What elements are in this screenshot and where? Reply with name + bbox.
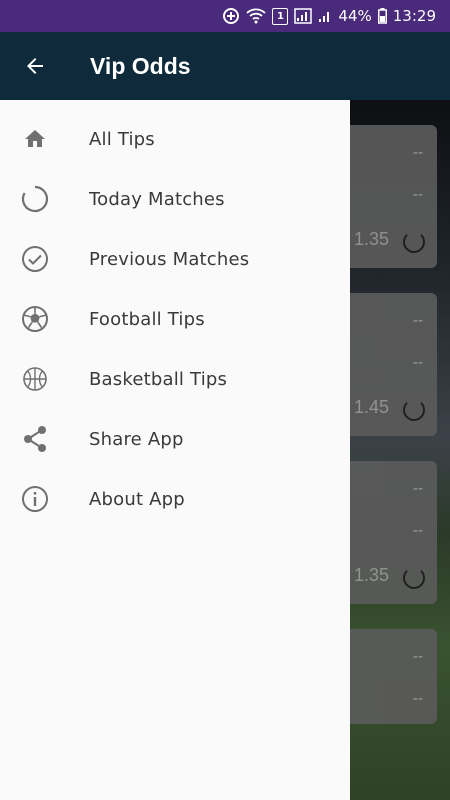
menu-item-share-app[interactable]: Share App <box>0 409 350 469</box>
tip-value: -- <box>412 145 423 161</box>
wifi-icon <box>246 8 267 24</box>
menu-item-label: Basketball Tips <box>89 368 228 390</box>
signal-icon-2 <box>318 9 332 23</box>
menu-item-label: About App <box>89 488 185 510</box>
menu-item-label: Previous Matches <box>89 248 250 270</box>
tip-value: -- <box>412 187 423 203</box>
tip-card[interactable]: -- -- <box>350 629 437 724</box>
signal-icon <box>294 8 313 24</box>
arrow-back-icon <box>27 58 43 74</box>
content-background: -- -- 1.35 -- -- 1.45 -- -- 1.35 -- -- <box>350 100 450 800</box>
app-bar: Vip Odds <box>0 32 450 100</box>
menu-item-football-tips[interactable]: Football Tips <box>0 289 350 349</box>
tip-value: -- <box>412 691 423 707</box>
status-bar: 1 44% 13:29 <box>0 0 450 32</box>
info-icon <box>0 469 70 529</box>
menu-item-previous-matches[interactable]: Previous Matches <box>0 229 350 289</box>
loading-icon <box>403 399 425 421</box>
tip-value: -- <box>412 355 423 371</box>
tip-card[interactable]: -- -- 1.35 <box>350 125 437 268</box>
data-saver-icon <box>222 7 240 25</box>
battery-icon <box>377 8 387 24</box>
tip-value: -- <box>412 649 423 665</box>
menu-item-label: All Tips <box>89 128 155 150</box>
football-icon <box>0 289 70 349</box>
menu-item-label: Football Tips <box>89 308 205 330</box>
sim-icon: 1 <box>272 7 289 25</box>
check-circle-icon <box>0 229 70 289</box>
back-button[interactable] <box>0 32 70 100</box>
home-icon <box>0 109 70 169</box>
battery-percent: 44% <box>338 7 372 25</box>
loading-icon <box>403 231 425 253</box>
share-icon <box>0 409 70 469</box>
tip-card[interactable]: -- -- 1.45 <box>350 293 437 436</box>
menu-item-today-matches[interactable]: Today Matches <box>0 169 350 229</box>
clock: 13:29 <box>392 7 436 25</box>
loading-icon <box>403 567 425 589</box>
loading-icon <box>0 169 70 229</box>
tip-odds: 1.45 <box>354 397 390 417</box>
menu-item-about-app[interactable]: About App <box>0 469 350 529</box>
tip-value: -- <box>412 313 423 329</box>
basketball-icon <box>0 349 70 409</box>
menu-item-label: Today Matches <box>89 188 225 210</box>
menu-item-basketball-tips[interactable]: Basketball Tips <box>0 349 350 409</box>
tip-value: -- <box>412 481 423 497</box>
tip-odds: 1.35 <box>354 565 390 585</box>
page-title: Vip Odds <box>90 52 191 79</box>
menu-item-label: Share App <box>89 428 184 450</box>
tip-card[interactable]: -- -- 1.35 <box>350 461 437 604</box>
navigation-drawer: All Tips Today Matches Previous Matches … <box>0 100 350 800</box>
menu-item-all-tips[interactable]: All Tips <box>0 109 350 169</box>
tip-value: -- <box>412 523 423 539</box>
tip-odds: 1.35 <box>354 229 390 249</box>
